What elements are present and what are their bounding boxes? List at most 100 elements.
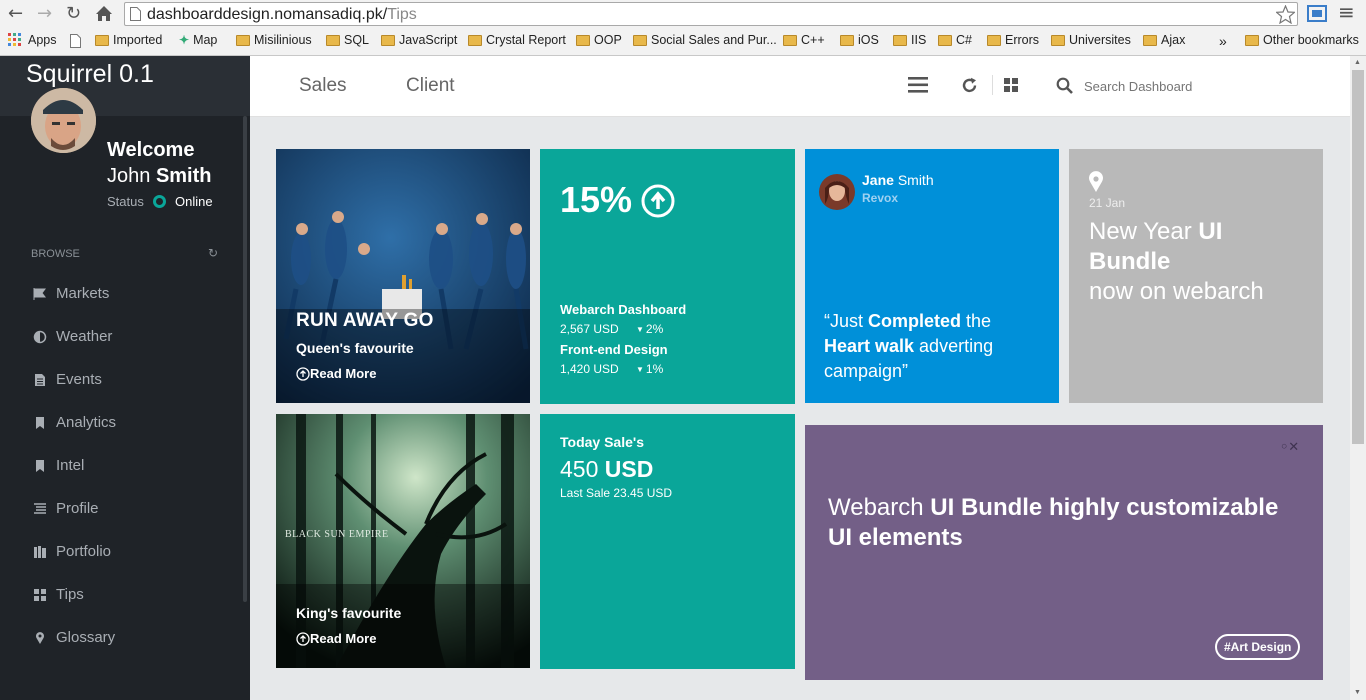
arrow-up-circle-icon: [296, 366, 310, 381]
scrollbar-thumb[interactable]: [1352, 70, 1364, 444]
sidebar-item-tips[interactable]: Tips: [33, 586, 84, 603]
home-icon[interactable]: [95, 5, 113, 22]
avatar[interactable]: [31, 88, 96, 153]
avatar-image: [31, 88, 96, 153]
refresh-icon[interactable]: [961, 77, 978, 94]
scroll-down-arrow-icon[interactable]: ▼: [1354, 689, 1361, 696]
back-arrow-icon[interactable]: ←: [8, 5, 23, 23]
menu-icon[interactable]: ≡: [1338, 2, 1355, 22]
bookmark-cpp[interactable]: C++: [783, 33, 825, 47]
grid-icon: [34, 588, 46, 601]
brand-title[interactable]: Squirrel 0.1: [26, 60, 154, 89]
sidebar-item-portfolio[interactable]: Portfolio: [33, 543, 111, 560]
bookmarks-overflow-button[interactable]: »: [1219, 33, 1227, 49]
tag-badge[interactable]: #Art Design: [1215, 634, 1301, 660]
tile-quote: Jane Smith Revox “Just Completed the Hear…: [805, 149, 1059, 403]
tile-news: 21 Jan New Year UI Bundle now on webarch: [1069, 149, 1323, 403]
tab-client[interactable]: Client: [406, 75, 455, 97]
bookmark-apps[interactable]: Apps: [8, 33, 57, 47]
runaway-read-more-link[interactable]: Read More: [296, 366, 376, 381]
bookmark-csharp[interactable]: C#: [938, 33, 972, 47]
cast-icon[interactable]: [1307, 5, 1327, 22]
bookmark-sql[interactable]: SQL: [326, 33, 369, 47]
forward-arrow-icon[interactable]: →: [37, 5, 52, 23]
bookmark-icon: [36, 459, 44, 472]
status-value: Online: [175, 194, 213, 209]
grid-icon[interactable]: [1004, 78, 1018, 92]
tile-forest[interactable]: BLACK SUN EMPIRE King's favourite Read M…: [276, 414, 530, 668]
star-icon[interactable]: [1276, 5, 1295, 24]
folder-icon: [938, 34, 952, 46]
forest-read-more-link[interactable]: Read More: [296, 631, 376, 646]
hamburger-icon[interactable]: [908, 77, 928, 93]
folder-icon: [840, 34, 854, 46]
bookmark-errors[interactable]: Errors: [987, 33, 1039, 47]
user-avatar[interactable]: [819, 174, 855, 210]
tile-sales: Today Sale's 450 USD Last Sale 23.45 USD: [540, 414, 795, 669]
folder-icon: [633, 34, 647, 46]
sidebar-item-markets[interactable]: Markets: [33, 285, 109, 302]
bookmark-misilinious[interactable]: Misilinious: [236, 33, 312, 47]
quote-text: “Just Completed the Heart walk adverting c…: [824, 311, 994, 381]
folder-icon: [1051, 34, 1065, 46]
sidebar-item-glossary[interactable]: Glossary: [33, 629, 115, 646]
sidebar-item-label: Profile: [56, 500, 99, 517]
stats-item2-value: 1,420 USD: [560, 362, 619, 376]
sidebar-scrollbar[interactable]: [243, 116, 247, 602]
bookmark-map[interactable]: ✦ Map: [179, 33, 217, 47]
tile-stats: 15% Webarch Dashboard 2,567 USD ▼ 2% Fron…: [540, 149, 795, 404]
bookmark-imported[interactable]: Imported: [95, 33, 162, 47]
address-bar[interactable]: dashboarddesign.nomansadiq.pk/Tips: [124, 2, 1298, 26]
scroll-up-arrow-icon[interactable]: ▲: [1354, 59, 1361, 66]
folder-icon: [95, 34, 109, 46]
bookmark-ajax[interactable]: Ajax: [1143, 33, 1185, 47]
search-input[interactable]: [1084, 74, 1284, 98]
bookmark-oop[interactable]: OOP: [576, 33, 622, 47]
bookmark-javascript[interactable]: JavaScript: [381, 33, 457, 47]
folder-icon: [783, 34, 797, 46]
bookmark-social-sales[interactable]: Social Sales and Pur...: [633, 33, 777, 47]
page-scrollbar[interactable]: ▲ ▼: [1350, 56, 1366, 700]
sidebar-item-intel[interactable]: Intel: [33, 457, 84, 474]
sidebar-item-label: Markets: [56, 285, 110, 302]
sidebar-item-profile[interactable]: Profile: [33, 500, 99, 517]
bookmark-ios[interactable]: iOS: [840, 33, 879, 47]
quote-company: Revox: [862, 191, 899, 205]
welcome-label: Welcome: [107, 139, 195, 161]
folder-icon: [576, 34, 590, 46]
caret-down-icon: ▼: [636, 324, 644, 334]
divider: [992, 75, 993, 95]
stats-item2-change: ▼ 1%: [636, 362, 664, 376]
browse-label: BROWSE: [31, 248, 80, 260]
folder-icon: [381, 34, 395, 46]
bookmark-other[interactable]: Other bookmarks: [1245, 33, 1359, 47]
sales-label: Today Sale's: [560, 434, 644, 450]
search-icon[interactable]: [1056, 77, 1073, 94]
forest-subtitle: King's favourite: [296, 605, 402, 621]
runners-photo: [276, 149, 530, 403]
folder-icon: [987, 34, 1001, 46]
sidebar-item-label: Weather: [56, 328, 113, 345]
sidebar-item-label: Events: [56, 371, 102, 388]
status-label: Status: [107, 194, 144, 209]
refresh-icon[interactable]: ↻: [208, 246, 218, 260]
document-icon: [35, 373, 45, 386]
folder-icon: [1143, 34, 1157, 46]
folder-icon: [326, 34, 340, 46]
bookmark-iis[interactable]: IIS: [893, 33, 926, 47]
sidebar-item-analytics[interactable]: Analytics: [33, 414, 116, 431]
folder-icon: [468, 34, 482, 46]
sidebar-item-events[interactable]: Events: [33, 371, 102, 388]
reload-icon[interactable]: ↻: [66, 5, 81, 23]
books-icon: [34, 545, 46, 558]
forest-photo: [276, 414, 530, 668]
bookmark-universites[interactable]: Universites: [1051, 33, 1131, 47]
url-text[interactable]: dashboarddesign.nomansadiq.pk/Tips: [147, 6, 417, 24]
tab-sales[interactable]: Sales: [299, 75, 347, 97]
user-name: John Smith: [107, 165, 212, 187]
tile-runaway[interactable]: RUN AWAY GO Queen's favourite Read More: [276, 149, 530, 403]
close-icon[interactable]: ◦✕: [1280, 440, 1299, 455]
map-pin-icon: [1089, 171, 1103, 192]
sidebar-item-weather[interactable]: Weather: [33, 328, 112, 345]
bookmark-crystal-report[interactable]: Crystal Report: [468, 33, 566, 47]
